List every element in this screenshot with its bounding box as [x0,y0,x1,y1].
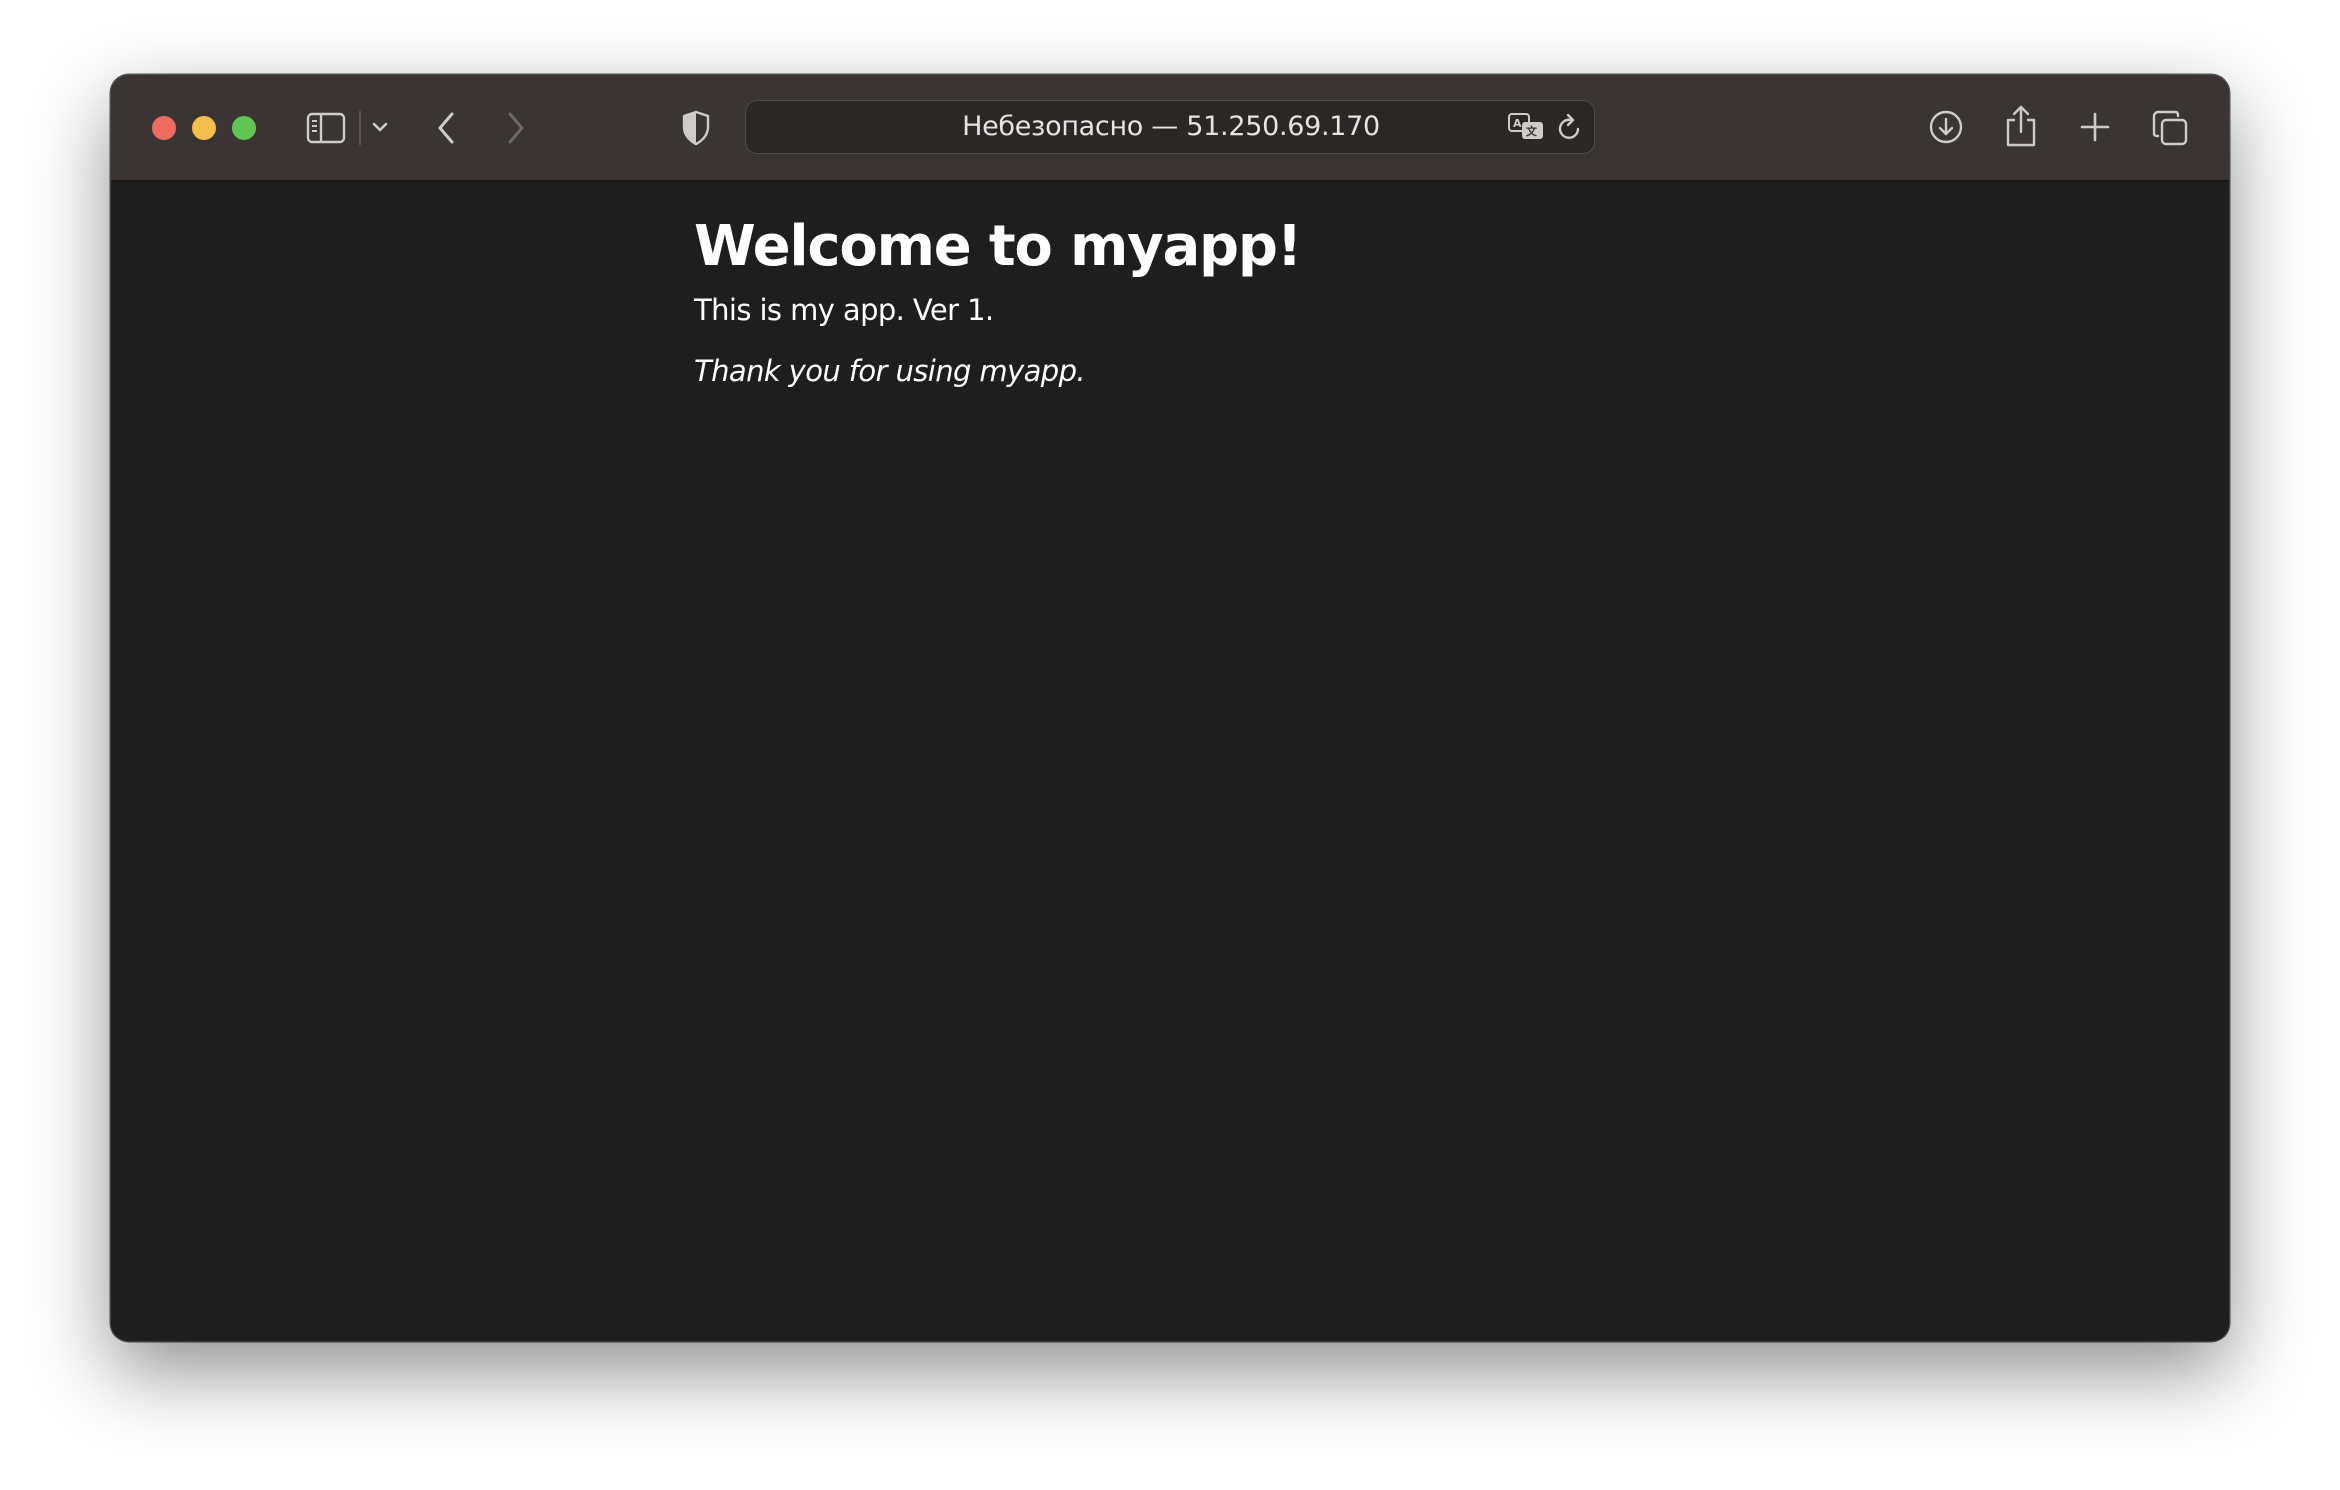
plus-icon[interactable] [2075,107,2115,147]
tabs-icon[interactable] [2149,107,2191,149]
page-paragraph: This is my app. Ver 1. [694,293,994,327]
chevron-left-icon [438,112,454,144]
chevron-down-icon[interactable] [368,115,392,139]
page-content: Welcome to myapp! This is my app. Ver 1.… [111,182,2229,1341]
download-icon[interactable] [1926,107,1966,147]
chevron-right-icon [508,112,524,144]
browser-toolbar: Небезопасно — 51.250.69.170 A 文 [111,75,2229,182]
window-minimize-button[interactable] [192,116,216,140]
shield-icon[interactable] [678,108,714,148]
window-close-button[interactable] [152,116,176,140]
sidebar-icon[interactable] [304,108,348,148]
share-icon[interactable] [2001,101,2041,151]
forward-button[interactable] [499,105,533,151]
window-zoom-button[interactable] [232,116,256,140]
svg-text:文: 文 [1526,124,1538,138]
address-text: Небезопасно — 51.250.69.170 [962,111,1380,142]
browser-window: Небезопасно — 51.250.69.170 A 文 Welcome … [111,75,2229,1341]
reload-icon[interactable] [1555,111,1585,143]
back-button[interactable] [429,105,463,151]
svg-text:A: A [1513,117,1522,130]
address-bar[interactable]: Небезопасно — 51.250.69.170 [745,100,1595,154]
translate-icon[interactable]: A 文 [1506,110,1546,144]
page-heading: Welcome to myapp! [694,214,1302,279]
page-thanks-text: Thank you for using myapp. [694,354,1086,388]
toolbar-divider [359,111,361,145]
